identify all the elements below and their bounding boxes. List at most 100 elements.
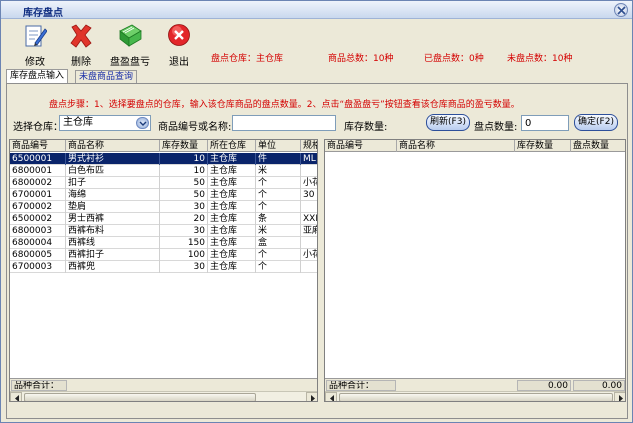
footer-summary-label: 品种合计：: [11, 380, 67, 391]
scroll-thumb[interactable]: [339, 393, 613, 401]
table-row[interactable]: 6800005西裤扣子100主仓库个小花: [10, 249, 317, 261]
code-input[interactable]: [236, 116, 335, 130]
footer-summary-label: 品种合计：: [326, 380, 396, 391]
col-header-name[interactable]: 商品名称: [66, 140, 160, 152]
count-label: 盘点数量:: [474, 122, 518, 133]
scroll-left-button[interactable]: [10, 392, 22, 401]
table-row[interactable]: 6800001 白色布匹 10 主仓库米: [10, 165, 317, 177]
col-header-count[interactable]: 盘点数量: [571, 140, 625, 152]
refresh-button[interactable]: 刷新(F3): [426, 114, 470, 131]
info-uncounted: 未盘点数：10种: [507, 54, 573, 64]
cell-unit: 件: [256, 153, 301, 165]
cell-unit: 个: [256, 177, 301, 189]
confirm-button[interactable]: 确定(F2): [574, 114, 618, 131]
close-button[interactable]: [614, 3, 628, 17]
inventory-grid-footer: 品种合计：: [10, 378, 317, 391]
cell-spec: XXL: [301, 213, 317, 225]
cell-unit: 米: [256, 225, 301, 237]
exit-button[interactable]: 退出: [159, 23, 199, 68]
footer-stock-total: 0.00: [517, 380, 571, 391]
tab-uncounted-query[interactable]: 未盘商品查询: [75, 70, 138, 83]
count-result-grid-header: 商品编号 商品名称 库存数量 盘点数量: [325, 140, 625, 152]
cell-spec: [301, 261, 317, 273]
info-total: 商品总数：10种: [328, 54, 394, 64]
table-row[interactable]: 6800004 西裤线 150 主仓库盒: [10, 237, 317, 249]
cell-stock: 50: [160, 189, 208, 201]
edit-document-icon: [25, 25, 47, 47]
count-result-grid[interactable]: 商品编号 商品名称 库存数量 盘点数量 品种合计： 0.00 0.00: [324, 139, 626, 402]
cell-unit: 个: [256, 261, 301, 273]
table-row[interactable]: 6700002 垫肩 30 主仓库个: [10, 201, 317, 213]
count-input[interactable]: [525, 116, 568, 130]
cell-warehouse: 主仓库: [208, 201, 256, 213]
cell-warehouse: 主仓库: [208, 165, 256, 177]
count-result-grid-hscrollbar[interactable]: [325, 391, 625, 401]
code-input-box[interactable]: [232, 115, 336, 131]
footer-count-total: 0.00: [573, 380, 625, 391]
tab-inventory-input[interactable]: 库存盘点输入: [6, 69, 69, 84]
info-warehouse: 盘点仓库：主仓库: [211, 54, 284, 64]
cell-code: 6800002: [10, 177, 66, 189]
cell-warehouse: 主仓库: [208, 225, 256, 237]
cell-code: 6700003: [10, 261, 66, 273]
cell-stock: 20: [160, 213, 208, 225]
delete-button[interactable]: 删除: [61, 23, 101, 68]
col-header-stock[interactable]: 库存数量: [515, 140, 571, 152]
count-input-box[interactable]: [521, 115, 569, 131]
col-header-spec[interactable]: 规格: [301, 140, 317, 152]
cell-warehouse: 主仓库: [208, 189, 256, 201]
cell-stock: 150: [160, 237, 208, 249]
cell-code: 6700002: [10, 201, 66, 213]
code-label: 商品编号或名称:: [158, 122, 232, 133]
cell-warehouse: 主仓库: [208, 213, 256, 225]
col-header-stock[interactable]: 库存数量: [160, 140, 208, 152]
col-header-warehouse[interactable]: 所在仓库: [208, 140, 256, 152]
cell-stock: 30: [160, 225, 208, 237]
cell-code: 6800004: [10, 237, 66, 249]
cell-stock: 10: [160, 165, 208, 177]
cell-stock: 30: [160, 201, 208, 213]
table-row[interactable]: 6800002扣子50主仓库个小花: [10, 177, 317, 189]
cell-spec: ML: [301, 153, 317, 165]
edit-button[interactable]: 修改: [15, 23, 55, 68]
inventory-grid-hscrollbar[interactable]: [10, 391, 317, 401]
cell-name: 西裤兜: [66, 261, 160, 273]
table-row[interactable]: 6500002男士西裤20主仓库条XXL: [10, 213, 317, 225]
count-result-grid-footer: 品种合计： 0.00 0.00: [325, 378, 625, 391]
col-header-unit[interactable]: 单位: [256, 140, 301, 152]
main-window: 库存盘点 修改 删除 盘盈盘亏 退出 盘点仓库：主仓库 商品总数：10种 已盘点…: [0, 0, 633, 423]
col-header-code[interactable]: 商品编号: [325, 140, 397, 152]
scroll-thumb[interactable]: [24, 393, 256, 401]
delete-button-label: 删除: [71, 57, 91, 68]
cell-unit: 个: [256, 189, 301, 201]
cell-name: 垫肩: [66, 201, 160, 213]
cell-code: 6500001: [10, 153, 66, 165]
table-row[interactable]: 6500001 男式衬衫 10 主仓库件 ML: [10, 153, 317, 165]
dropdown-button[interactable]: [136, 117, 149, 129]
cell-name: 扣子: [66, 177, 160, 189]
warehouse-select[interactable]: 主仓库: [59, 115, 151, 131]
profit-loss-button[interactable]: 盘盈盘亏: [110, 23, 150, 68]
table-row[interactable]: 6700001海绵50主仓库个30 X: [10, 189, 317, 201]
table-row[interactable]: 6800003西裤布料30主仓库米亚麻: [10, 225, 317, 237]
cell-name: 男士西裤: [66, 213, 160, 225]
inventory-grid[interactable]: 商品编号 商品名称 库存数量 所在仓库 单位 规格 6500001男式衬衫10主…: [9, 139, 318, 402]
cell-name: 西裤扣子: [66, 249, 160, 261]
cell-name: 西裤线: [66, 237, 160, 249]
cell-warehouse: 主仓库: [208, 153, 256, 165]
cell-name: 白色布匹: [66, 165, 160, 177]
inventory-grid-header: 商品编号 商品名称 库存数量 所在仓库 单位 规格: [10, 140, 317, 152]
scroll-right-button[interactable]: [306, 392, 317, 401]
col-header-code[interactable]: 商品编号: [10, 140, 66, 152]
col-header-name[interactable]: 商品名称: [397, 140, 515, 152]
instruction-text: 盘点步骤：1、选择要盘点的仓库，输入该仓库商品的盘点数量。2、点击“盘盈盘亏”按…: [49, 100, 520, 110]
profit-loss-button-label: 盘盈盘亏: [110, 57, 150, 68]
cell-spec: 亚麻: [301, 225, 317, 237]
cell-name: 男式衬衫: [66, 153, 160, 165]
scroll-right-button[interactable]: [614, 392, 625, 401]
chevron-down-icon: [139, 121, 147, 126]
table-row[interactable]: 6700003 西裤兜 30 主仓库个: [10, 261, 317, 273]
close-icon: [617, 6, 626, 15]
scroll-left-button[interactable]: [325, 392, 337, 401]
cell-code: 6800003: [10, 225, 66, 237]
